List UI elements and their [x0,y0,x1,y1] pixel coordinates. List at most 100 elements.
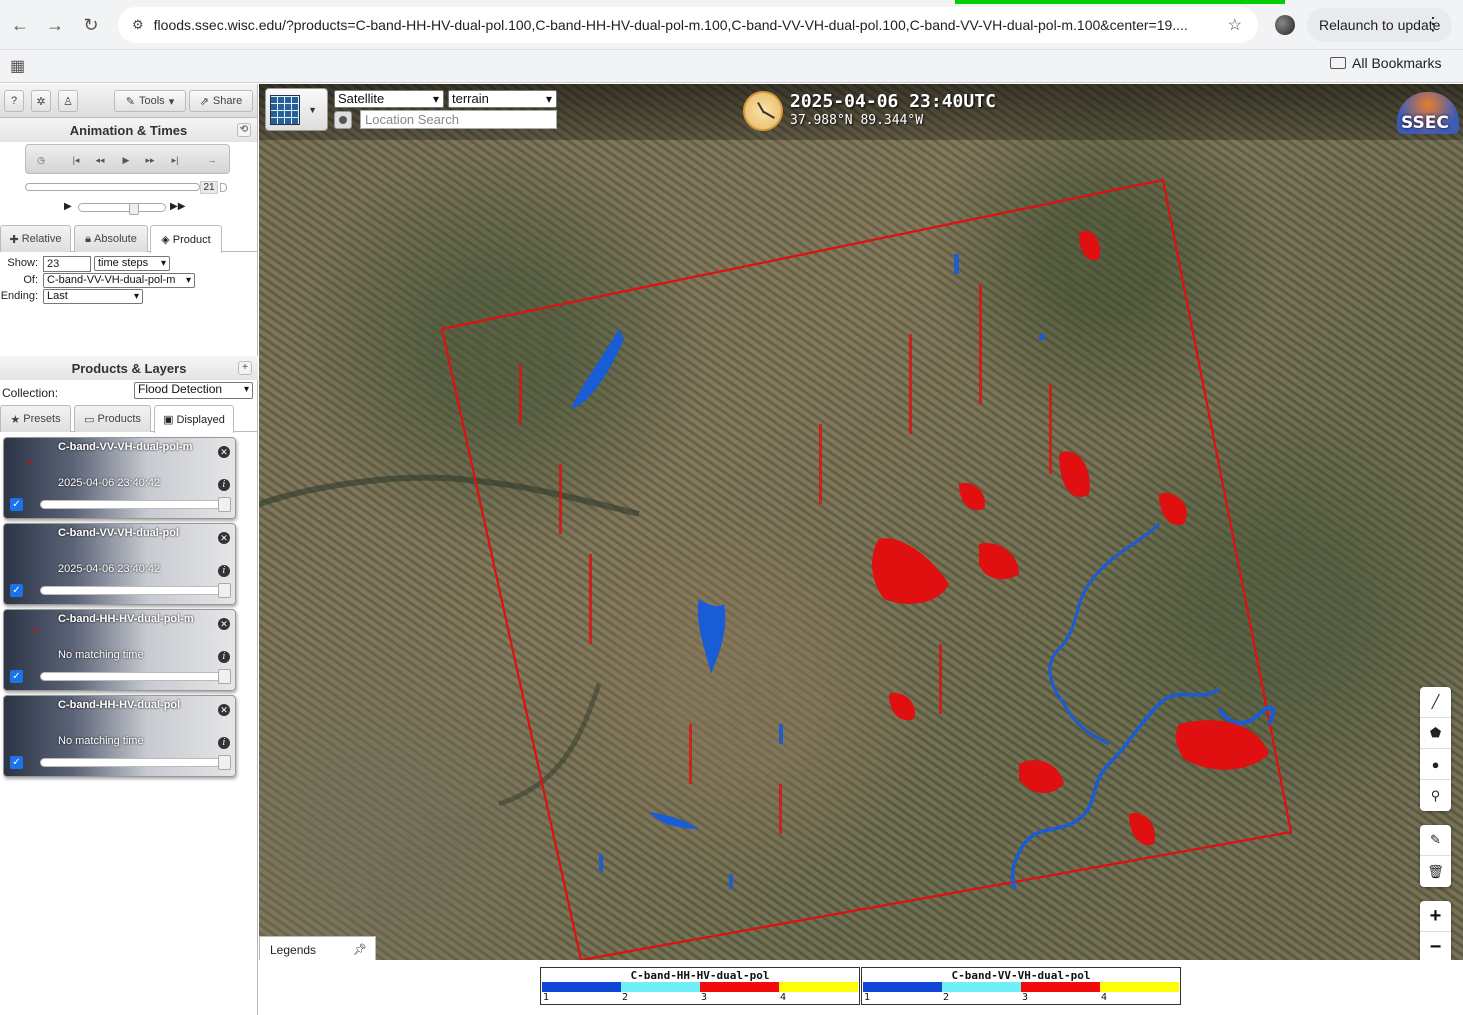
zoom-in-button[interactable]: + [1420,901,1451,932]
bookmarks-bar: ▦ All Bookmarks [0,50,1463,83]
close-icon[interactable]: ✕ [218,704,230,716]
layer-visibility-checkbox[interactable]: ✓ [10,756,23,769]
zoom-out-button[interactable]: − [1420,932,1451,960]
location-search-input[interactable]: Location Search [360,110,557,129]
pin-icon: ✚ [9,233,19,246]
info-icon[interactable]: i [218,479,230,491]
layer-card[interactable]: C-band-VV-VH-dual-pol-m ✕ 2025-04-06 23:… [3,437,236,519]
tab-presets[interactable]: ★ Presets [0,405,71,432]
tab-absolute[interactable]: 🔒︎ Absolute [74,225,148,252]
url-text[interactable]: floods.ssec.wisc.edu/?products=C-band-HH… [154,17,1214,33]
close-icon[interactable]: ✕ [218,446,230,458]
info-icon[interactable]: i [218,651,230,663]
show-label: Show: [7,257,38,269]
apps-grid-icon[interactable]: ▦ [10,56,25,76]
layer-visibility-checkbox[interactable]: ✓ [10,670,23,683]
layer-card[interactable]: C-band-VV-VH-dual-pol ✕ 2025-04-06 23:40… [3,523,236,605]
layer-visibility-checkbox[interactable]: ✓ [10,498,23,511]
legends-tab[interactable]: Legends 📌︎ [259,936,376,961]
tab-product[interactable]: ◈ Product [150,225,222,253]
info-icon[interactable]: i [218,565,230,577]
relaunch-button[interactable]: Relaunch to update ⋮ [1307,8,1452,42]
reload-icon[interactable]: ↻ [76,10,106,40]
opacity-slider[interactable] [40,497,231,512]
step-forward-icon[interactable]: ▸▸ [140,152,160,168]
layer-card[interactable]: C-band-HH-HV-dual-pol-m ✕ No matching ti… [3,609,236,691]
layer-name: C-band-VV-VH-dual-pol [58,527,179,539]
opacity-knob[interactable] [218,583,231,598]
fast-play-icon[interactable]: ▶▶ [170,201,185,212]
chevron-down-icon: ▾ [168,95,175,108]
ending-select[interactable]: Last [43,289,143,304]
sync-icon[interactable]: ⟲ [237,123,251,137]
trash-icon[interactable]: 🗑︎ [1420,856,1451,887]
basemap-select[interactable]: Satellite [334,90,444,108]
colorbar-segment [779,982,858,992]
colorbar-tick: 3 [701,992,708,1003]
layer-card[interactable]: C-band-HH-HV-dual-pol ✕ No matching time… [3,695,236,777]
draw-polygon-icon[interactable]: ⬟ [1420,718,1451,749]
speed-slider[interactable] [78,203,166,215]
forward-icon[interactable]: → [40,10,70,40]
settings-button[interactable]: ✲ [31,90,51,112]
arrow-right-icon[interactable]: → [202,152,222,168]
draw-circle-icon[interactable]: ● [1420,749,1451,780]
opacity-slider[interactable] [40,583,231,598]
opacity-slider[interactable] [40,755,231,770]
help-button[interactable]: ? [4,90,24,112]
product-select[interactable]: C-band-VV-VH-dual-pol-m [43,273,195,288]
all-bookmarks-button[interactable]: All Bookmarks [1330,55,1441,71]
tab-displayed[interactable]: ▣ Displayed [154,405,234,433]
wrench-icon: ✎ [125,95,135,108]
first-frame-icon[interactable]: |◂ [66,152,86,168]
clock-icon[interactable]: ◷ [31,152,51,168]
edit-toolbar: ✎ 🗑︎ [1420,825,1451,887]
close-icon[interactable]: ✕ [218,618,230,630]
layer-visibility-checkbox[interactable]: ✓ [10,584,23,597]
layer-grid-button[interactable]: ▼ [265,88,328,131]
tab-products[interactable]: ▭ Products [74,405,151,432]
last-frame-icon[interactable]: ▸| [165,152,185,168]
menu-dots-icon[interactable]: ⋮ [1424,14,1442,35]
pin-icon[interactable]: 📌︎ [353,943,367,956]
speed-knob[interactable] [129,203,139,215]
profile-avatar[interactable] [1275,15,1295,35]
help-label: ? [10,95,18,107]
time-unit-select[interactable]: time steps [94,256,170,271]
edit-icon[interactable]: ✎ [1420,825,1451,856]
layer-time: 2025-04-06 23:40:42 [58,563,161,575]
site-settings-icon[interactable]: ⚙ [132,17,144,33]
user-button[interactable]: ♙ [58,90,78,112]
close-icon[interactable]: ✕ [218,532,230,544]
draw-marker-icon[interactable]: ⚲ [1420,780,1451,811]
play-icon[interactable]: ▶ [116,152,136,168]
active-tab-indicator [955,0,1285,4]
map-datetime: 2025-04-06 23:40UTC [790,91,996,112]
location-record-button[interactable] [334,111,352,129]
draw-line-icon[interactable]: ╱ [1420,687,1451,718]
step-back-icon[interactable]: ◂◂ [90,152,110,168]
info-icon[interactable]: i [218,737,230,749]
opacity-knob[interactable] [218,669,231,684]
tab-presets-label: Presets [23,413,61,425]
slow-play-icon[interactable]: ▶ [64,201,72,212]
legends-tab-label: Legends [270,943,317,957]
back-icon[interactable]: ← [5,10,35,40]
opacity-slider[interactable] [40,669,231,684]
tab-relative[interactable]: ✚ Relative [0,225,71,252]
add-icon[interactable]: + [238,361,252,375]
opacity-knob[interactable] [218,755,231,770]
share-button[interactable]: ⇗ Share [189,90,253,112]
opacity-knob[interactable] [218,497,231,512]
timeline-end-handle[interactable] [220,183,227,192]
collection-select[interactable]: Flood Detection [134,382,253,399]
map-canvas[interactable]: ▼ Satellite terrain Location Search 2025… [259,84,1463,960]
share-icon: ⇗ [199,95,209,108]
tools-button[interactable]: ✎ Tools ▾ [114,90,186,112]
products-section-header: Products & Layers + [0,356,258,380]
bookmark-star-icon[interactable]: ☆ [1228,15,1242,35]
overlay-select[interactable]: terrain [448,90,557,108]
address-bar[interactable]: ⚙ floods.ssec.wisc.edu/?products=C-band-… [118,7,1258,43]
show-count-input[interactable]: 23 [43,256,91,272]
timeline-slider[interactable] [25,183,200,191]
